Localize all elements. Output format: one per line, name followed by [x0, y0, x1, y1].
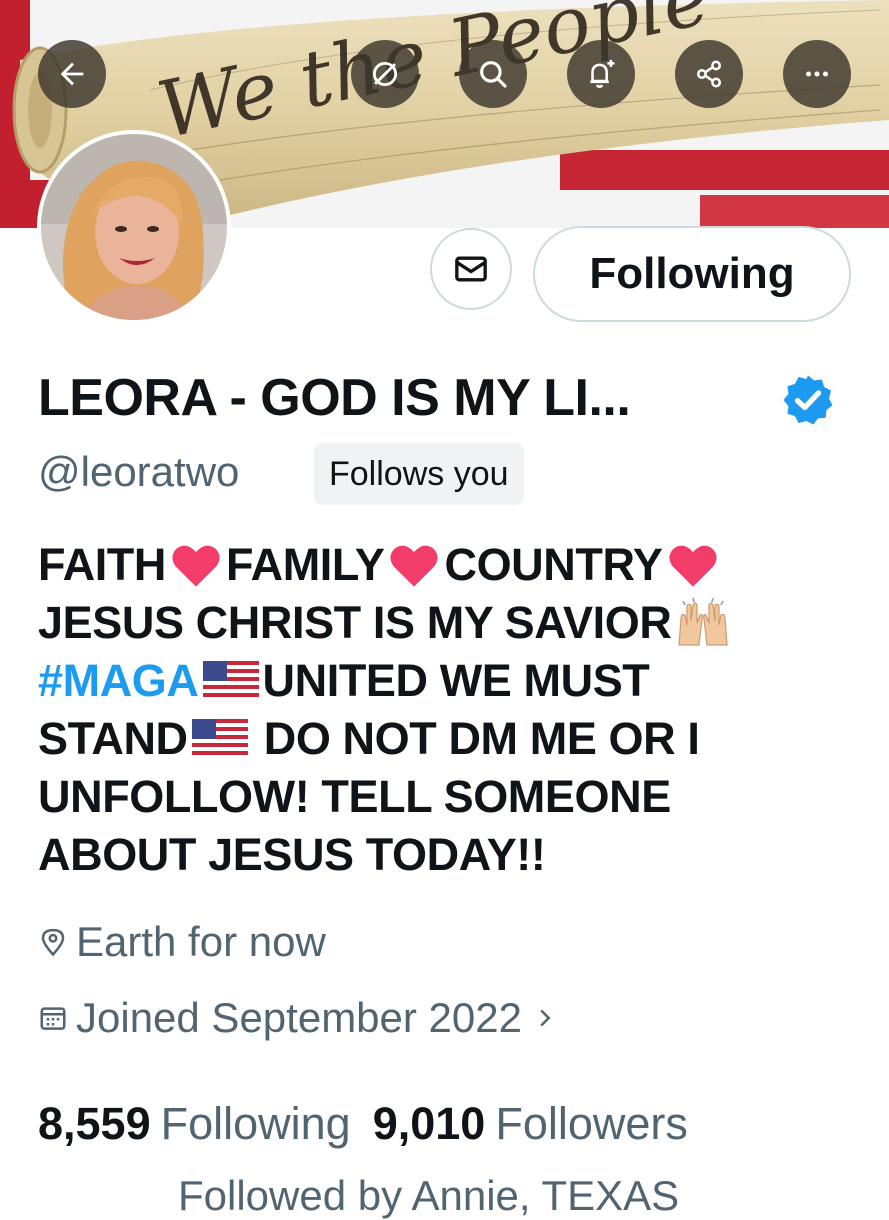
joined-text: Joined September 2022: [76, 994, 522, 1041]
follow-counts: 8,559 Following 9,010 Followers: [38, 1098, 688, 1150]
heart-emoji-icon: [390, 545, 439, 587]
follows-you-badge: Follows you: [314, 443, 524, 505]
user-handle: @leoratwo: [38, 448, 240, 495]
followers-count: 9,010: [372, 1098, 486, 1149]
avatar[interactable]: [37, 130, 231, 324]
search-button[interactable]: [459, 40, 527, 108]
bio-text: FAITH: [38, 539, 166, 590]
bio-text: COUNTRY: [444, 539, 663, 590]
following-button[interactable]: Following: [533, 226, 851, 322]
more-icon: [805, 71, 829, 77]
followers-link[interactable]: 9,010 Followers: [373, 1098, 688, 1150]
us-flag-emoji-icon: [202, 661, 259, 701]
bio: FAITH FAMILY COUNTRY JESUS CHRIST IS MY …: [38, 536, 858, 884]
heart-emoji-icon: [668, 545, 717, 587]
joined-row[interactable]: Joined September 2022: [38, 994, 568, 1042]
search-icon: [480, 61, 507, 88]
following-count: 8,559: [38, 1098, 151, 1149]
hashtag-link[interactable]: #MAGA: [38, 652, 199, 710]
heart-emoji-icon: [172, 545, 220, 587]
bell-plus-icon: [590, 59, 615, 89]
location-text: Earth for now: [76, 918, 326, 965]
grok-icon: [372, 61, 398, 87]
verified-badge-icon: [783, 375, 833, 425]
avatar-photo: [41, 134, 227, 320]
chevron-right-icon: [540, 1009, 551, 1027]
display-name: LEORA - GOD IS MY LI...: [38, 369, 631, 427]
calendar-icon: [40, 1007, 66, 1030]
followers-label: Followers: [495, 1098, 688, 1149]
share-icon: [696, 60, 722, 88]
bio-text: UNITED WE MUST: [262, 655, 650, 706]
bio-text: ABOUT JESUS TODAY!!: [38, 829, 546, 880]
notifications-button[interactable]: [567, 40, 635, 108]
location-row: Earth for now: [38, 918, 326, 966]
bio-text: STAND: [38, 713, 188, 764]
back-button[interactable]: [38, 40, 106, 108]
bio-text: UNFOLLOW! TELL SOMEONE: [38, 771, 671, 822]
bio-text: JESUS CHRIST IS MY SAVIOR: [38, 597, 672, 648]
us-flag-emoji-icon: [191, 719, 248, 759]
grok-button[interactable]: [351, 40, 419, 108]
bio-text: FAMILY: [226, 539, 385, 590]
share-button[interactable]: [675, 40, 743, 108]
followed-by-text[interactable]: Followed by Annie, TEXAS: [178, 1172, 679, 1220]
bio-text: DO NOT DM ME OR I: [251, 713, 700, 764]
raised-hands-emoji-icon: [678, 597, 729, 646]
message-button[interactable]: [430, 228, 512, 310]
more-button[interactable]: [783, 40, 851, 108]
following-link[interactable]: 8,559 Following: [38, 1098, 351, 1150]
back-arrow-icon: [60, 62, 84, 86]
location-pin-icon: [41, 928, 65, 957]
following-label: Following: [160, 1098, 351, 1149]
envelope-icon: [455, 256, 487, 282]
